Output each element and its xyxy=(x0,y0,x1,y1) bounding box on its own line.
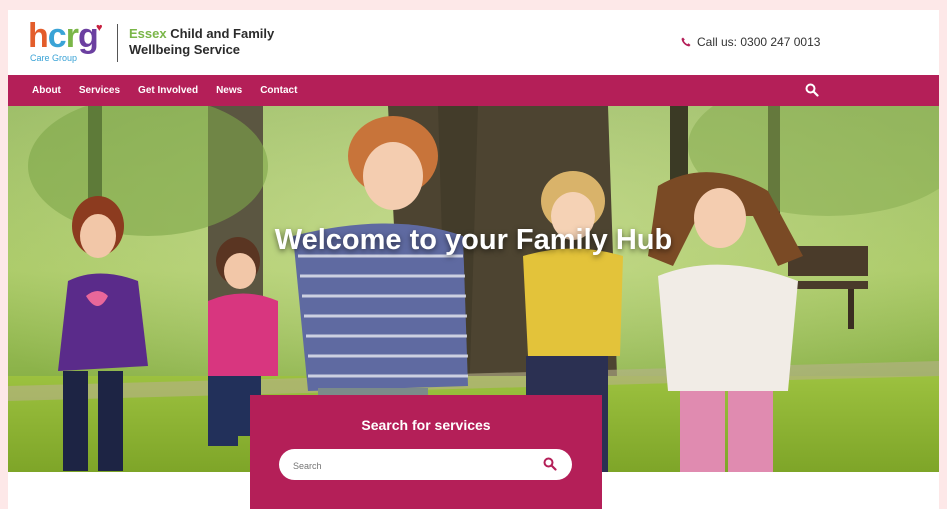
search-input[interactable] xyxy=(291,449,535,482)
nav-item-news[interactable]: News xyxy=(216,85,242,96)
logo-wordmark: hcrg xyxy=(28,17,99,55)
search-panel: Search for services xyxy=(250,395,602,509)
page: hcrg ♥ Care Group Essex Child and Family… xyxy=(8,10,939,509)
search-icon[interactable] xyxy=(805,83,819,97)
hcrg-logo[interactable]: hcrg ♥ Care Group xyxy=(28,19,108,63)
nav-items: About Services Get Involved News Contact xyxy=(32,75,315,106)
nav-item-contact[interactable]: Contact xyxy=(260,85,297,96)
phone-text: Call us: 0300 247 0013 xyxy=(697,35,821,49)
search-panel-title: Search for services xyxy=(361,417,491,433)
search-submit-icon[interactable] xyxy=(543,457,557,471)
main-nav: About Services Get Involved News Contact xyxy=(8,75,939,106)
service-title: Essex Child and Family Wellbeing Service xyxy=(129,26,274,58)
logo-subtitle: Care Group xyxy=(30,53,78,63)
phone-contact[interactable]: Call us: 0300 247 0013 xyxy=(681,35,820,49)
nav-item-get-involved[interactable]: Get Involved xyxy=(138,85,198,96)
search-field xyxy=(279,449,572,482)
nav-item-about[interactable]: About xyxy=(32,85,61,96)
service-title-accent: Essex xyxy=(129,26,167,41)
service-title-line2: Wellbeing Service xyxy=(129,42,241,57)
header: hcrg ♥ Care Group Essex Child and Family… xyxy=(8,10,939,75)
heart-icon: ♥ xyxy=(96,22,103,34)
header-divider xyxy=(117,24,118,62)
phone-icon xyxy=(681,37,691,47)
hero-heading: Welcome to your Family Hub xyxy=(274,224,673,256)
nav-item-services[interactable]: Services xyxy=(79,85,120,96)
service-title-line1: Child and Family xyxy=(170,26,275,41)
